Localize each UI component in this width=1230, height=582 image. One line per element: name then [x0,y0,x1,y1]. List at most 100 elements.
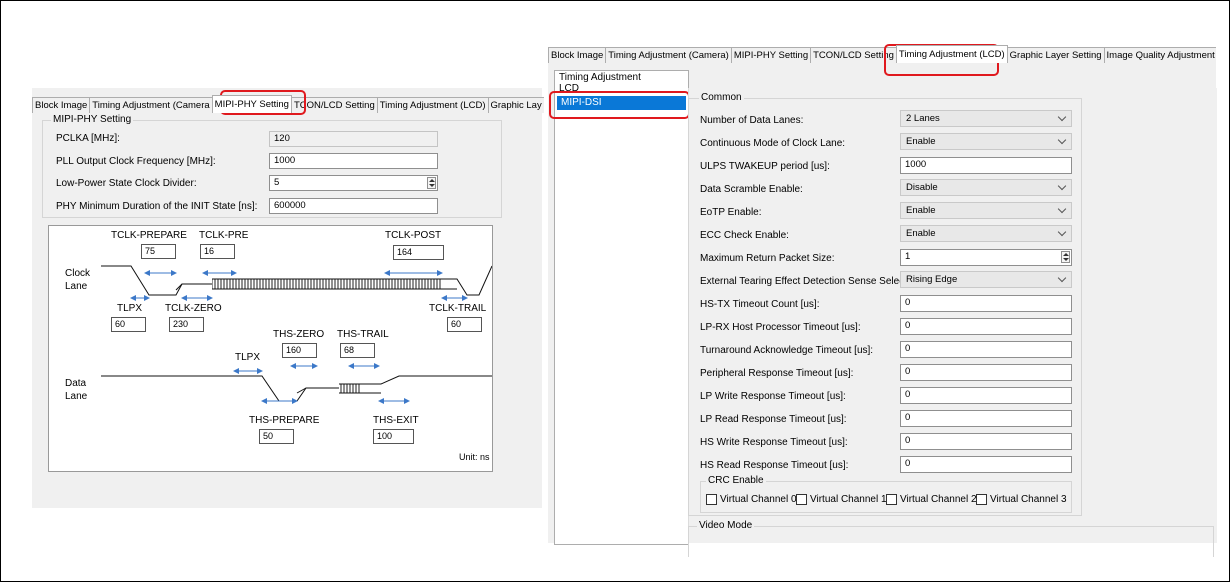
checkbox-icon [706,494,717,505]
left-tab-mipi-phy[interactable]: MIPI-PHY Setting [211,95,292,113]
tclk-prepare-value: 75 [141,244,176,259]
lp-write-timeout-field[interactable]: 0 [900,387,1072,404]
clock-lane-mode-label: Continuous Mode of Clock Lane: [700,138,846,149]
init-state-label: PHY Minimum Duration of the INIT State [… [56,201,258,212]
peripheral-timeout-label: Peripheral Response Timeout [us]: [700,368,854,379]
left-tab-block-image[interactable]: Block Image [32,97,91,113]
spin-arrows-icon[interactable] [1061,251,1070,263]
turnaround-timeout-field[interactable]: 0 [900,341,1072,358]
right-tab-block-image[interactable]: Block Image [548,47,607,63]
pclka-field[interactable]: 120 [269,131,438,147]
data-lane-label-2: Lane [65,391,88,402]
hs-write-timeout-label: HS Write Response Timeout [us]: [700,437,848,448]
right-tab-bar: Block Image Timing Adjustment (Camera) M… [548,45,1216,63]
lp-read-timeout-field[interactable]: 0 [900,410,1072,427]
ulps-twakeup-field[interactable]: 1000 [900,157,1072,174]
left-tab-graphic-layer[interactable]: Graphic Lay [487,97,544,113]
chevron-down-icon [1057,273,1067,283]
right-tab-timing-camera[interactable]: Timing Adjustment (Camera) [605,47,732,63]
init-state-field[interactable]: 600000 [269,198,438,214]
left-tab-timing-camera[interactable]: Timing Adjustment (Camera [89,97,213,113]
ths-prepare-label: THS-PREPARE [249,415,320,426]
crc-channel-0-label: Virtual Channel 0 [720,494,797,505]
right-tab-mipi-phy[interactable]: MIPI-PHY Setting [730,47,812,63]
data-scramble-label: Data Scramble Enable: [700,184,803,195]
ths-trail-label: THS-TRAIL [337,329,389,340]
pll-frequency-field[interactable]: 1000 [269,153,438,169]
ths-trail-value: 68 [340,343,375,358]
right-tab-timing-lcd[interactable]: Timing Adjustment (LCD) [895,45,1008,63]
video-mode-title: Video Mode [697,520,755,531]
hs-read-timeout-field[interactable]: 0 [900,456,1072,473]
crc-channel-1-label: Virtual Channel 1 [810,494,887,505]
spin-arrows-icon[interactable] [427,177,436,189]
data-lanes-value: 2 Lanes [906,113,940,124]
tlpx-clock-value: 60 [111,317,146,332]
tclk-trail-label: TCLK-TRAIL [429,303,487,314]
crc-channel-0-checkbox[interactable]: Virtual Channel 0 [706,494,797,505]
checkbox-icon [886,494,897,505]
clock-lane-label-2: Lane [65,281,88,292]
chevron-down-icon [1057,135,1067,145]
crc-channel-2-checkbox[interactable]: Virtual Channel 2 [886,494,977,505]
checkbox-icon [976,494,987,505]
peripheral-timeout-field[interactable]: 0 [900,364,1072,381]
ths-exit-value: 100 [373,429,414,444]
tlpx-data-label: TLPX [235,352,261,363]
lp-rx-timeout-field[interactable]: 0 [900,318,1072,335]
data-scramble-value: Disable [906,182,938,193]
checkbox-icon [796,494,807,505]
tearing-effect-label: External Tearing Effect Detection Sense … [700,276,910,287]
right-tab-graphic-layer[interactable]: Graphic Layer Setting [1006,47,1105,63]
crc-channel-1-checkbox[interactable]: Virtual Channel 1 [796,494,887,505]
eotp-label: EoTP Enable: [700,207,762,218]
tlpx-clock-label: TLPX [117,303,143,314]
eotp-value: Enable [906,205,936,216]
clock-divider-spinbox[interactable]: 5 [269,175,438,191]
tree-selection-highlight [549,91,690,119]
data-lanes-select[interactable]: 2 Lanes [900,110,1072,127]
pll-frequency-label: PLL Output Clock Frequency [MHz]: [56,156,216,167]
data-lane-label: Data [65,378,87,389]
common-group-title: Common [699,92,744,103]
crc-channel-2-label: Virtual Channel 2 [900,494,977,505]
hs-tx-timeout-field[interactable]: 0 [900,295,1072,312]
tclk-post-value: 164 [393,245,444,260]
tearing-effect-select[interactable]: Rising Edge [900,271,1072,288]
ecc-check-label: ECC Check Enable: [700,230,789,241]
left-tab-timing-lcd[interactable]: Timing Adjustment (LCD) [376,97,489,113]
data-lanes-label: Number of Data Lanes: [700,115,804,126]
right-tab-image-quality[interactable]: Image Quality Adjustment [1103,47,1216,63]
tclk-prepare-label: TCLK-PREPARE [111,230,187,241]
crc-enable-title: CRC Enable [706,475,766,486]
data-scramble-select[interactable]: Disable [900,179,1072,196]
tree-item-timing-adjustment[interactable]: Timing Adjustment [559,72,641,83]
settings-tree: Timing Adjustment LCD MIPI-DSI [554,70,689,545]
unit-label: Unit: ns [459,452,490,462]
ths-exit-label: THS-EXIT [373,415,419,426]
clock-divider-value: 5 [274,177,280,188]
lp-write-timeout-label: LP Write Response Timeout [us]: [700,391,846,402]
crc-channel-3-label: Virtual Channel 3 [990,494,1067,505]
pclka-label: PCLKA [MHz]: [56,133,120,144]
tclk-trail-value: 60 [447,317,482,332]
left-tab-bar: Block Image Timing Adjustment (Camera MI… [32,95,544,113]
tclk-post-label: TCLK-POST [385,230,442,241]
ths-zero-label: THS-ZERO [273,329,325,340]
ulps-twakeup-label: ULPS TWAKEUP period [us]: [700,161,830,172]
tclk-zero-label: TCLK-ZERO [165,303,222,314]
mipi-phy-group-title: MIPI-PHY Setting [51,114,134,125]
eotp-select[interactable]: Enable [900,202,1072,219]
clock-lane-label: Clock [65,268,91,279]
max-return-packet-value: 1 [905,251,911,262]
lp-rx-timeout-label: LP-RX Host Processor Timeout [us]: [700,322,861,333]
clock-lane-mode-select[interactable]: Enable [900,133,1072,150]
ecc-check-select[interactable]: Enable [900,225,1072,242]
crc-channel-3-checkbox[interactable]: Virtual Channel 3 [976,494,1067,505]
max-return-packet-spinbox[interactable]: 1 [900,249,1072,266]
ecc-check-value: Enable [906,228,936,239]
hs-tx-timeout-label: HS-TX Timeout Count [us]: [700,299,820,310]
timing-diagram: Clock Lane Data Lane TCLK-PREPARE 75 TCL… [48,225,493,472]
hs-write-timeout-field[interactable]: 0 [900,433,1072,450]
tclk-zero-value: 230 [169,317,204,332]
